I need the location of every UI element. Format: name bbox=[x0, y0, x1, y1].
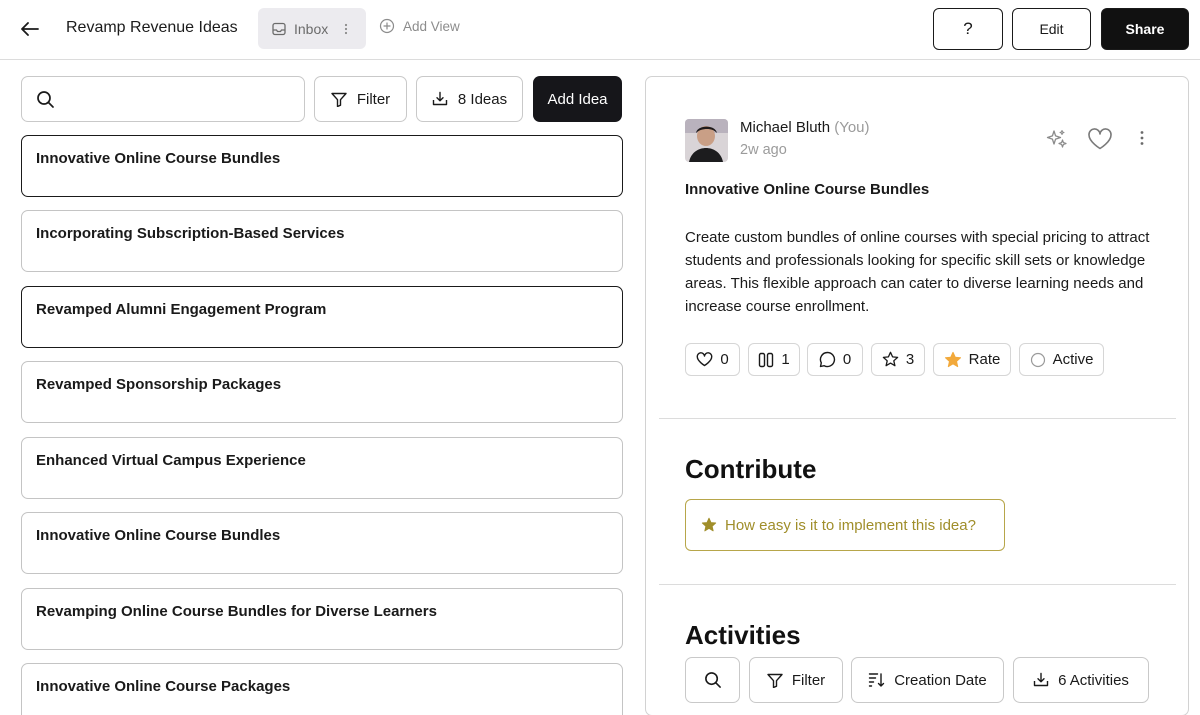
status-label: Active bbox=[1052, 351, 1094, 368]
idea-detail-panel: Michael Bluth (You) 2w ago Innovative On… bbox=[645, 76, 1189, 715]
author-name: Michael Bluth (You) bbox=[740, 119, 870, 136]
activities-sort-button[interactable]: Creation Date bbox=[851, 657, 1004, 703]
rate-label: Rate bbox=[968, 351, 1001, 368]
tab-inbox[interactable]: Inbox bbox=[258, 8, 366, 49]
idea-card[interactable]: Revamping Online Course Bundles for Dive… bbox=[21, 588, 623, 650]
activities-heading: Activities bbox=[685, 620, 801, 650]
download-tray-icon bbox=[432, 91, 448, 107]
top-bar: Revamp Revenue Ideas Inbox Add View ? Ed… bbox=[0, 0, 1200, 60]
idea-card[interactable]: Revamped Alumni Engagement Program bbox=[21, 286, 623, 348]
arrow-left-icon bbox=[21, 22, 39, 36]
vote-count: 1 bbox=[781, 351, 790, 368]
back-button[interactable] bbox=[14, 14, 46, 44]
status-circle-icon bbox=[1030, 352, 1046, 368]
contribute-prompt-label: How easy is it to implement this idea? bbox=[725, 516, 976, 534]
sparkles-icon bbox=[1045, 128, 1069, 152]
add-view-button[interactable]: Add View bbox=[379, 18, 460, 34]
divider bbox=[659, 418, 1176, 419]
idea-card[interactable]: Innovative Online Course Bundles bbox=[21, 512, 623, 574]
activities-export-button[interactable]: 6 Activities bbox=[1013, 657, 1149, 703]
filter-label: Filter bbox=[356, 90, 391, 108]
more-options-button[interactable] bbox=[1139, 130, 1145, 146]
idea-title: Innovative Online Course Bundles bbox=[685, 181, 930, 198]
filter-button[interactable]: Filter bbox=[314, 76, 407, 122]
star-rating-button[interactable]: 3 bbox=[871, 343, 925, 376]
share-button[interactable]: Share bbox=[1101, 8, 1189, 50]
activities-filter-button[interactable]: Filter bbox=[749, 657, 843, 703]
download-tray-icon bbox=[1033, 672, 1049, 688]
idea-card[interactable]: Innovative Online Course Packages bbox=[21, 663, 623, 715]
help-button[interactable]: ? bbox=[933, 8, 1003, 50]
sort-icon bbox=[868, 672, 885, 688]
divider bbox=[659, 584, 1176, 585]
search-input[interactable] bbox=[21, 76, 305, 122]
author-name-text: Michael Bluth bbox=[740, 119, 831, 136]
inbox-icon bbox=[272, 22, 286, 36]
export-ideas-button[interactable]: 8 Ideas bbox=[416, 76, 523, 122]
add-view-label: Add View bbox=[403, 18, 460, 34]
comment-count: 0 bbox=[842, 351, 852, 368]
vote-button[interactable]: 1 bbox=[748, 343, 800, 376]
comment-bubble-icon bbox=[819, 351, 836, 368]
tab-inbox-label: Inbox bbox=[294, 20, 329, 37]
star-filled-icon bbox=[701, 517, 717, 533]
like-count: 0 bbox=[720, 351, 729, 368]
activities-search-button[interactable] bbox=[685, 657, 740, 703]
like-button[interactable]: 0 bbox=[685, 343, 740, 376]
avatar bbox=[685, 119, 728, 162]
plus-circle-icon bbox=[379, 18, 395, 34]
tab-more-icon[interactable] bbox=[344, 23, 348, 35]
favorite-button[interactable] bbox=[1087, 127, 1113, 151]
status-button[interactable]: Active bbox=[1019, 343, 1104, 376]
heart-icon bbox=[1087, 127, 1113, 151]
page-title: Revamp Revenue Ideas bbox=[66, 19, 238, 36]
rate-button[interactable]: Rate bbox=[933, 343, 1011, 376]
idea-card[interactable]: Revamped Sponsorship Packages bbox=[21, 361, 623, 423]
search-icon bbox=[36, 90, 55, 109]
activities-count-label: 6 Activities bbox=[1058, 671, 1129, 689]
heart-icon bbox=[696, 352, 713, 367]
activities-filter-label: Filter bbox=[791, 671, 826, 689]
contribute-prompt-button[interactable]: How easy is it to implement this idea? bbox=[685, 499, 1005, 551]
filter-icon bbox=[331, 92, 347, 107]
star-filled-icon bbox=[944, 351, 962, 369]
kebab-menu-icon bbox=[1139, 130, 1145, 146]
idea-description: Create custom bundles of online courses … bbox=[685, 229, 1150, 315]
ai-sparkle-button[interactable] bbox=[1045, 128, 1069, 152]
author-you-tag: (You) bbox=[834, 119, 870, 136]
star-outline-icon bbox=[882, 351, 899, 368]
contribute-heading: Contribute bbox=[685, 454, 817, 484]
activities-sort-label: Creation Date bbox=[894, 671, 987, 689]
star-count: 3 bbox=[905, 351, 915, 368]
comment-button[interactable]: 0 bbox=[807, 343, 863, 376]
idea-card[interactable]: Enhanced Virtual Campus Experience bbox=[21, 437, 623, 499]
ideas-count-label: 8 Ideas bbox=[457, 90, 508, 108]
idea-card[interactable]: Innovative Online Course Bundles bbox=[21, 135, 623, 197]
filter-icon bbox=[767, 673, 783, 688]
add-idea-button[interactable]: Add Idea bbox=[533, 76, 622, 122]
idea-card[interactable]: Incorporating Subscription-Based Service… bbox=[21, 210, 623, 272]
columns-icon bbox=[758, 352, 774, 368]
post-timestamp: 2w ago bbox=[740, 142, 787, 158]
search-icon bbox=[704, 671, 722, 689]
edit-button[interactable]: Edit bbox=[1012, 8, 1091, 50]
